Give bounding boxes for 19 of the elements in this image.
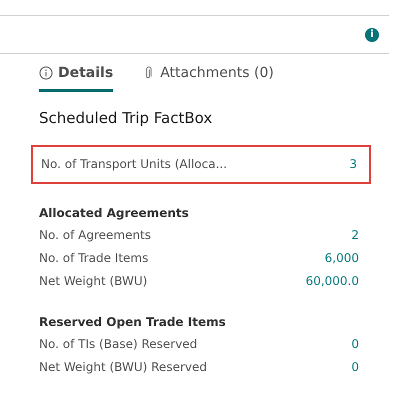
tab[interactable]: Attachments (0): [141, 65, 274, 92]
info-icon[interactable]: i: [365, 28, 379, 42]
field-label: Net Weight (BWU): [39, 273, 148, 290]
field-value[interactable]: 6,000: [324, 247, 359, 270]
field-label: No. of TIs (Base) Reserved: [39, 336, 198, 353]
section-heading: Reserved Open Trade Items: [39, 314, 227, 331]
field-label: No. of Agreements: [39, 227, 152, 244]
field-label: No. of Trade Items: [39, 250, 148, 267]
field-value[interactable]: 0: [351, 333, 359, 356]
field-value[interactable]: 0: [351, 356, 359, 379]
field-value[interactable]: 60,000.0: [306, 270, 359, 293]
info-icon: [39, 66, 53, 80]
section-heading: Allocated Agreements: [39, 205, 190, 222]
field-value[interactable]: 3: [349, 153, 357, 176]
field-value[interactable]: 2: [351, 224, 359, 247]
field-label: Net Weight (BWU) Reserved: [39, 359, 207, 376]
tab[interactable]: Details: [39, 65, 114, 92]
field-label: No. of Transport Units (Alloca...: [41, 156, 228, 173]
factbox-title: Scheduled Trip FactBox: [39, 109, 214, 127]
